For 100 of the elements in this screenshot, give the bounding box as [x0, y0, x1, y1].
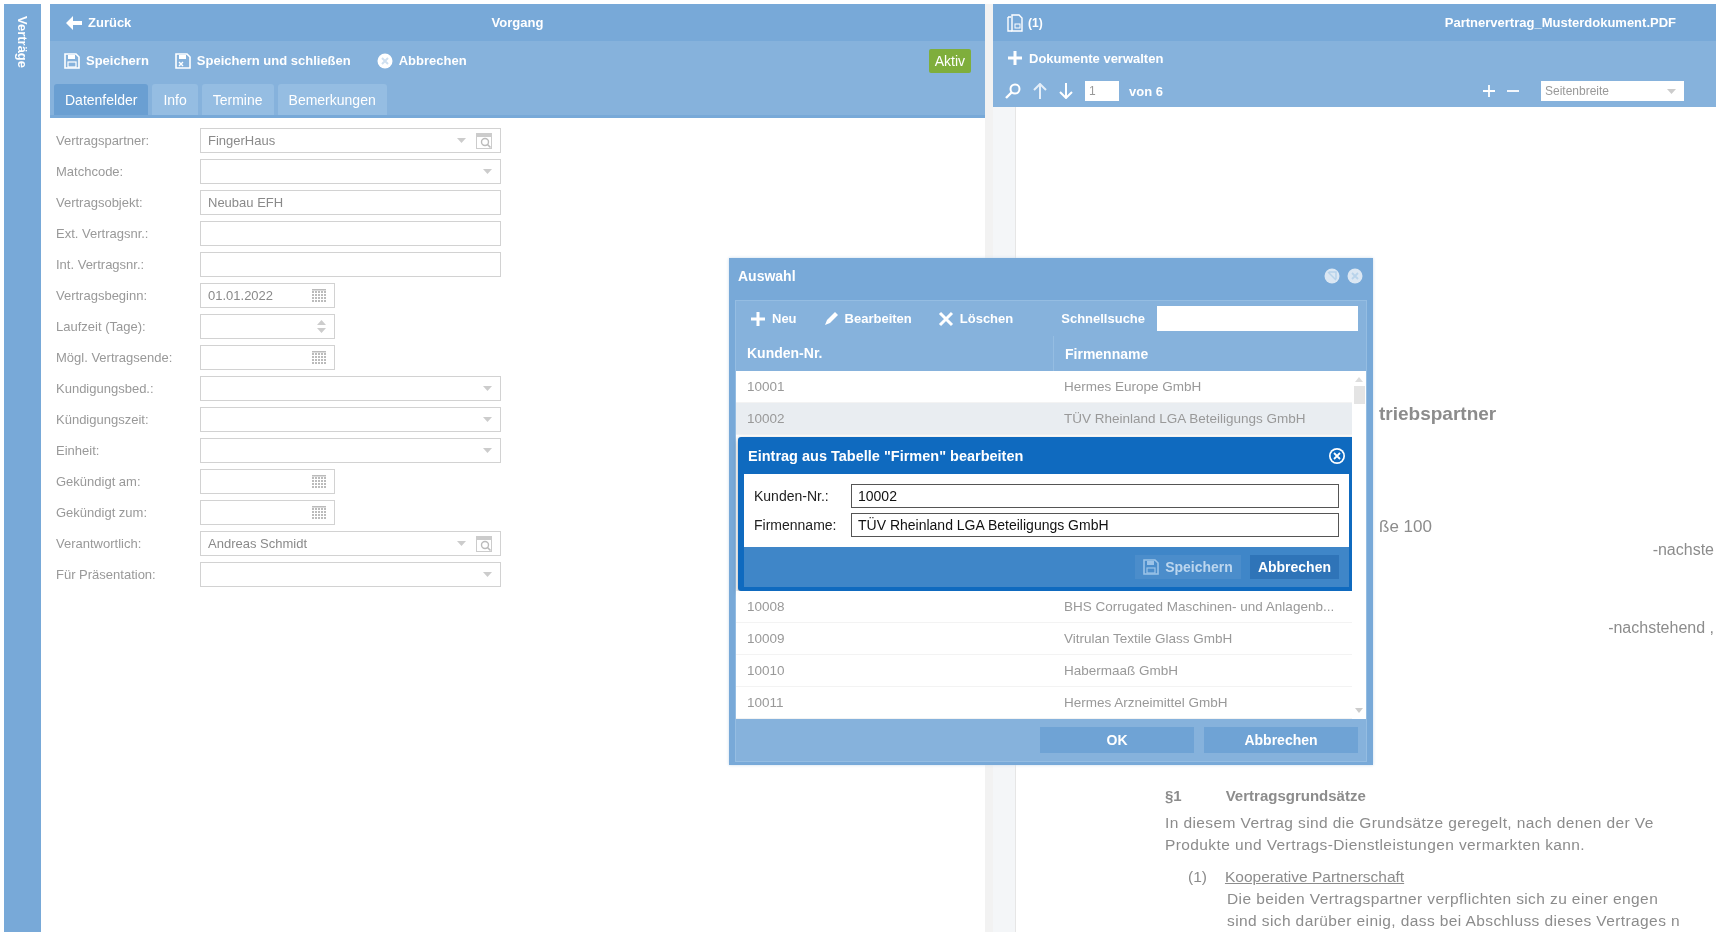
table-cell-text: 10002	[746, 411, 786, 426]
tab[interactable]: Bemerkungen	[277, 84, 387, 115]
input-field[interactable]	[200, 562, 501, 587]
status-badge: Aktiv	[928, 48, 971, 73]
input-field[interactable]	[200, 469, 335, 494]
close-icon	[1347, 267, 1363, 284]
document-text: (1)	[1188, 868, 1207, 886]
toolbar-button[interactable]: Bearbeiten	[822, 308, 912, 329]
dropdown-caret-icon	[457, 138, 466, 143]
column-header[interactable]: Firmenname	[1054, 345, 1149, 362]
input-field[interactable]	[200, 314, 335, 339]
document-text: sind sich darüber einig, dass bei Abschluss dieses Vertrages n	[1227, 912, 1681, 930]
table-row[interactable]: 10002 TÜV Rheinland LGA Beteiligungs GmbH	[736, 403, 1352, 435]
calendar-icon	[312, 350, 326, 365]
tab[interactable]: Info	[152, 84, 198, 115]
field-label: Ext. Vertragsnr.:	[56, 226, 150, 241]
table-cell-text: Vitrulan Textile Glass GmbH	[1063, 631, 1233, 646]
field-label: Einheit:	[56, 443, 101, 458]
close-circle-icon	[376, 52, 393, 69]
arrow-left-icon	[66, 15, 82, 30]
calendar-icon	[312, 505, 326, 520]
scroll-down-icon	[1355, 708, 1363, 713]
input-field[interactable]: Neubau EFH	[200, 190, 501, 215]
dropdown-caret-icon	[483, 448, 492, 453]
panel-title: Vorgang	[491, 15, 544, 30]
floppy-disk-close-icon	[174, 52, 191, 69]
field-label: Kündigungszeit:	[56, 412, 150, 427]
dropdown-caret-icon	[1667, 88, 1676, 94]
field-label: Vertragsobjekt:	[56, 195, 144, 210]
zoom-in-icon	[1483, 85, 1495, 97]
input-field[interactable]: Andreas Schmidt	[200, 531, 501, 556]
page-number-field[interactable]: 1	[1085, 81, 1119, 101]
toolbar-button[interactable]: Löschen	[937, 308, 1014, 329]
table-cell-text: BHS Corrugated Maschinen- und Anlagenb...	[1063, 599, 1335, 614]
table-cell-text: 10011	[746, 695, 785, 710]
toolbar-button[interactable]: Abbrechen	[376, 50, 467, 71]
search-icon	[1005, 83, 1021, 99]
cross-icon	[937, 310, 954, 327]
field-label: Vertragsbeginn:	[56, 288, 149, 303]
document-text: triebspartner	[1379, 403, 1497, 425]
input-field[interactable]	[200, 376, 501, 401]
table-cell-text: Habermaaß GmbH	[1063, 663, 1179, 678]
dialog-button[interactable]: Abbrechen	[1204, 727, 1358, 753]
field-label: Für Präsentation:	[56, 567, 157, 582]
zoom-select[interactable]: Seitenbreite	[1541, 81, 1684, 101]
toolbar-button[interactable]: Dokumente verwalten	[1007, 48, 1164, 68]
input-field[interactable]	[200, 500, 335, 525]
document-count[interactable]: (1)	[1007, 13, 1043, 32]
document-text: ße 100	[1379, 517, 1432, 537]
dialog-title: Eintrag aus Tabelle "Firmen" bearbeiten	[748, 447, 1024, 464]
dialog-button[interactable]: OK	[1040, 727, 1194, 753]
calendar-icon	[312, 288, 326, 303]
page-total: von 6	[1129, 83, 1163, 99]
document-text: -nachste	[1652, 541, 1714, 559]
tab[interactable]: Datenfelder	[54, 84, 149, 115]
table-cell-text: 10009	[746, 631, 786, 646]
input-field[interactable]: 10002	[851, 484, 1339, 508]
toolbar-button[interactable]: Neu	[750, 308, 797, 329]
back-button[interactable]: Zurück	[64, 13, 134, 32]
scroll-up-icon	[1355, 377, 1363, 382]
document-link[interactable]: Kooperative Partnerschaft	[1224, 868, 1405, 886]
document-text: In diesem Vertrag sind die Grundsätze geregelt, nach denen der Ve	[1165, 814, 1654, 832]
scroll-thumb[interactable]	[1353, 386, 1365, 404]
input-field[interactable]: FingerHaus	[200, 128, 501, 153]
field-label: Int. Vertragsnr.:	[56, 257, 146, 272]
file-name: Partnervertrag_Musterdokument.PDF	[1444, 15, 1676, 30]
input-field[interactable]: TÜV Rheinland LGA Beteiligungs GmbH	[851, 513, 1339, 537]
input-field[interactable]	[200, 221, 501, 246]
table-cell-text: 10008	[746, 599, 786, 614]
pencil-icon	[822, 310, 839, 327]
field-label: Vertragspartner:	[56, 133, 151, 148]
arrow-down-icon	[1059, 83, 1073, 99]
plus-icon	[750, 310, 766, 327]
input-field[interactable]	[200, 252, 501, 277]
table-search-icon	[476, 535, 492, 552]
tab[interactable]: Termine	[201, 84, 274, 115]
close-icon	[1328, 446, 1346, 465]
input-field[interactable]	[200, 407, 501, 432]
dropdown-caret-icon	[483, 169, 492, 174]
dropdown-caret-icon	[483, 417, 492, 422]
document-text: -nachstehend ,	[1608, 619, 1714, 637]
field-label: Firmenname:	[754, 517, 838, 533]
input-field[interactable]: 01.01.2022	[200, 283, 335, 308]
input-field[interactable]	[200, 438, 501, 463]
dropdown-caret-icon	[457, 541, 466, 546]
dialog-button[interactable]: Abbrechen	[1249, 555, 1339, 579]
document-text: Vertragsgrundsätze	[1225, 787, 1366, 804]
spinner-arrows-icon	[317, 320, 326, 333]
sidebar-label[interactable]: Verträge	[15, 16, 30, 69]
field-label: Matchcode:	[56, 164, 125, 179]
plus-icon	[1007, 50, 1023, 66]
input-field[interactable]	[200, 345, 335, 370]
input-field[interactable]	[200, 159, 501, 184]
search-field[interactable]	[1157, 306, 1358, 331]
calendar-icon	[312, 474, 326, 489]
toolbar-button[interactable]: Speichern	[64, 50, 149, 71]
table-search-icon	[476, 132, 492, 149]
table-cell-text: Hermes Arzneimittel GmbH	[1063, 695, 1228, 710]
toolbar-button[interactable]: Speichern und schließen	[174, 50, 351, 71]
dialog-title: Auswahl	[738, 267, 796, 284]
